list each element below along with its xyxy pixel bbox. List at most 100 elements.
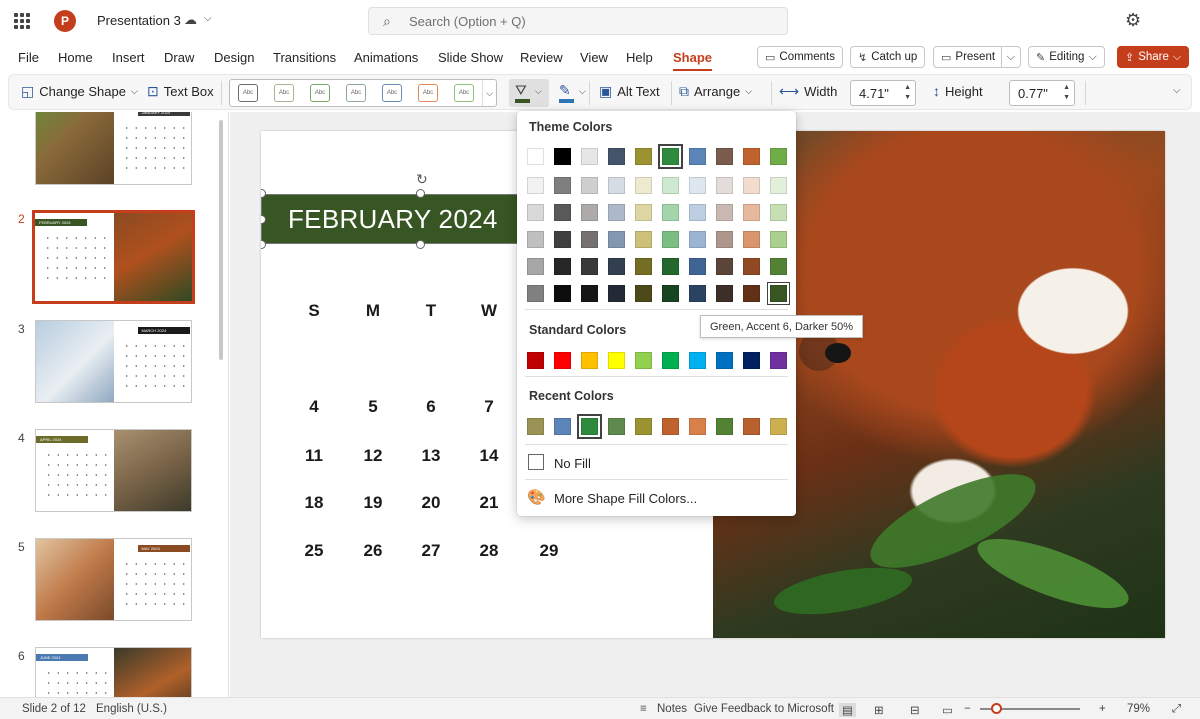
slide-thumbnail[interactable]: APRIL 2024 — [35, 429, 192, 512]
theme-shade-swatch[interactable] — [635, 177, 652, 194]
tab-review[interactable]: Review — [520, 50, 563, 65]
rotate-handle-icon[interactable]: ↻ — [416, 171, 428, 188]
theme-shade-swatch[interactable] — [662, 204, 679, 221]
theme-shade-swatch[interactable] — [689, 231, 706, 248]
spin-down-icon[interactable]: ▼ — [1063, 94, 1070, 101]
theme-shade-swatch[interactable] — [662, 285, 679, 302]
share-button[interactable]: ⇪ Share ⌵ — [1117, 46, 1190, 68]
standard-color-swatch[interactable] — [581, 352, 598, 369]
fit-to-window-icon[interactable]: ⤢ — [1172, 703, 1181, 716]
recent-color-swatch[interactable] — [527, 418, 544, 435]
theme-shade-swatch[interactable] — [527, 285, 544, 302]
theme-color-swatch[interactable] — [635, 148, 652, 165]
tab-animations[interactable]: Animations — [354, 50, 418, 65]
shape-style-option[interactable]: Abc — [346, 84, 366, 102]
recent-color-swatch[interactable] — [608, 418, 625, 435]
theme-shade-swatch[interactable] — [716, 285, 733, 302]
gear-icon[interactable]: ⚙ — [1125, 10, 1141, 31]
theme-shade-swatch[interactable] — [689, 258, 706, 275]
document-title[interactable]: Presentation 3 — [97, 13, 181, 28]
tab-design[interactable]: Design — [214, 50, 254, 65]
standard-color-swatch[interactable] — [689, 352, 706, 369]
theme-color-swatch[interactable] — [743, 148, 760, 165]
slide-thumbnail[interactable]: MARCH 2024 — [35, 320, 192, 403]
theme-shade-swatch[interactable] — [527, 204, 544, 221]
tab-transitions[interactable]: Transitions — [273, 50, 336, 65]
chevron-down-icon[interactable]: ⌵ — [579, 86, 586, 97]
spin-up-icon[interactable]: ▲ — [904, 84, 911, 91]
no-fill-checkbox[interactable] — [528, 454, 544, 470]
theme-shade-swatch[interactable] — [662, 231, 679, 248]
change-shape-button[interactable]: ◱ Change Shape ⌵ — [21, 83, 138, 100]
text-box-button[interactable]: ⊡ Text Box — [147, 83, 214, 100]
slide-thumbnail[interactable]: MAY 2024 — [35, 538, 192, 621]
theme-shade-swatch[interactable] — [743, 285, 760, 302]
theme-shade-swatch[interactable] — [743, 258, 760, 275]
editing-mode-button[interactable]: ✎ Editing ⌵ — [1028, 46, 1105, 68]
shape-style-option[interactable]: Abc — [382, 84, 402, 102]
more-colors-option[interactable]: More Shape Fill Colors... — [554, 491, 697, 506]
theme-shade-swatch[interactable] — [716, 231, 733, 248]
standard-color-swatch[interactable] — [662, 352, 679, 369]
comments-button[interactable]: ▭ Comments — [757, 46, 844, 68]
tab-insert[interactable]: Insert — [112, 50, 145, 65]
shape-outline-button[interactable]: ✎ ⌵ — [553, 79, 593, 107]
theme-shade-swatch[interactable] — [581, 231, 598, 248]
theme-shade-swatch[interactable] — [608, 258, 625, 275]
theme-color-swatch[interactable] — [581, 148, 598, 165]
theme-shade-swatch[interactable] — [554, 231, 571, 248]
standard-color-swatch[interactable] — [770, 352, 787, 369]
theme-shade-swatch[interactable] — [527, 258, 544, 275]
theme-shade-swatch[interactable] — [581, 204, 598, 221]
theme-shade-swatch[interactable] — [635, 231, 652, 248]
tab-view[interactable]: View — [580, 50, 608, 65]
zoom-slider-thumb[interactable] — [991, 703, 1002, 714]
spin-up-icon[interactable]: ▲ — [1063, 84, 1070, 91]
notes-icon[interactable]: ≡ — [640, 703, 647, 715]
chevron-down-icon[interactable]: ⌵ — [204, 13, 212, 24]
theme-shade-swatch[interactable] — [743, 231, 760, 248]
presenter-icon[interactable]: ▭ — [942, 703, 953, 717]
standard-color-swatch[interactable] — [716, 352, 733, 369]
theme-shade-swatch[interactable] — [770, 177, 787, 194]
theme-shade-swatch[interactable] — [743, 204, 760, 221]
tab-file[interactable]: File — [18, 50, 39, 65]
slide-thumbnail[interactable]: JANUARY 2024 — [35, 112, 192, 185]
chevron-down-icon[interactable]: ⌵ — [482, 80, 496, 106]
theme-color-swatch[interactable] — [527, 148, 544, 165]
recent-color-swatch[interactable] — [635, 418, 652, 435]
theme-shade-swatch[interactable] — [635, 204, 652, 221]
search-placeholder[interactable]: Search (Option + Q) — [409, 14, 526, 29]
standard-color-swatch[interactable] — [554, 352, 571, 369]
resize-handle[interactable] — [416, 240, 425, 249]
theme-shade-swatch[interactable] — [608, 231, 625, 248]
theme-shade-swatch[interactable] — [581, 177, 598, 194]
zoom-out-icon[interactable]: − — [964, 703, 971, 715]
shape-style-option[interactable]: Abc — [274, 84, 294, 102]
shape-style-option[interactable]: Abc — [454, 84, 474, 102]
tab-draw[interactable]: Draw — [164, 50, 194, 65]
shape-style-option[interactable]: Abc — [310, 84, 330, 102]
reading-view-icon[interactable]: ⊟ — [910, 703, 920, 717]
cloud-check-icon[interactable]: ☁ — [184, 12, 197, 28]
recent-color-swatch[interactable] — [770, 418, 787, 435]
theme-shade-swatch[interactable] — [689, 177, 706, 194]
recent-color-swatch[interactable] — [554, 418, 571, 435]
theme-shade-swatch[interactable] — [716, 204, 733, 221]
month-title-text[interactable]: FEBRUARY 2024 — [288, 204, 498, 235]
resize-handle[interactable] — [416, 189, 425, 198]
zoom-in-icon[interactable]: + — [1099, 703, 1106, 715]
height-value[interactable]: 0.77" — [1018, 86, 1048, 101]
spin-down-icon[interactable]: ▼ — [904, 94, 911, 101]
recent-color-swatch[interactable] — [743, 418, 760, 435]
theme-shade-swatch[interactable] — [689, 204, 706, 221]
tab-shape[interactable]: Shape — [673, 50, 713, 71]
theme-shade-swatch[interactable] — [770, 204, 787, 221]
recent-color-swatch[interactable] — [662, 418, 679, 435]
theme-shade-swatch[interactable] — [608, 177, 625, 194]
theme-shade-swatch[interactable] — [527, 231, 544, 248]
theme-shade-swatch[interactable] — [770, 231, 787, 248]
recent-color-swatch[interactable] — [689, 418, 706, 435]
tab-help[interactable]: Help — [626, 50, 653, 65]
month-title-shape[interactable]: FEBRUARY 2024 — [261, 194, 521, 244]
